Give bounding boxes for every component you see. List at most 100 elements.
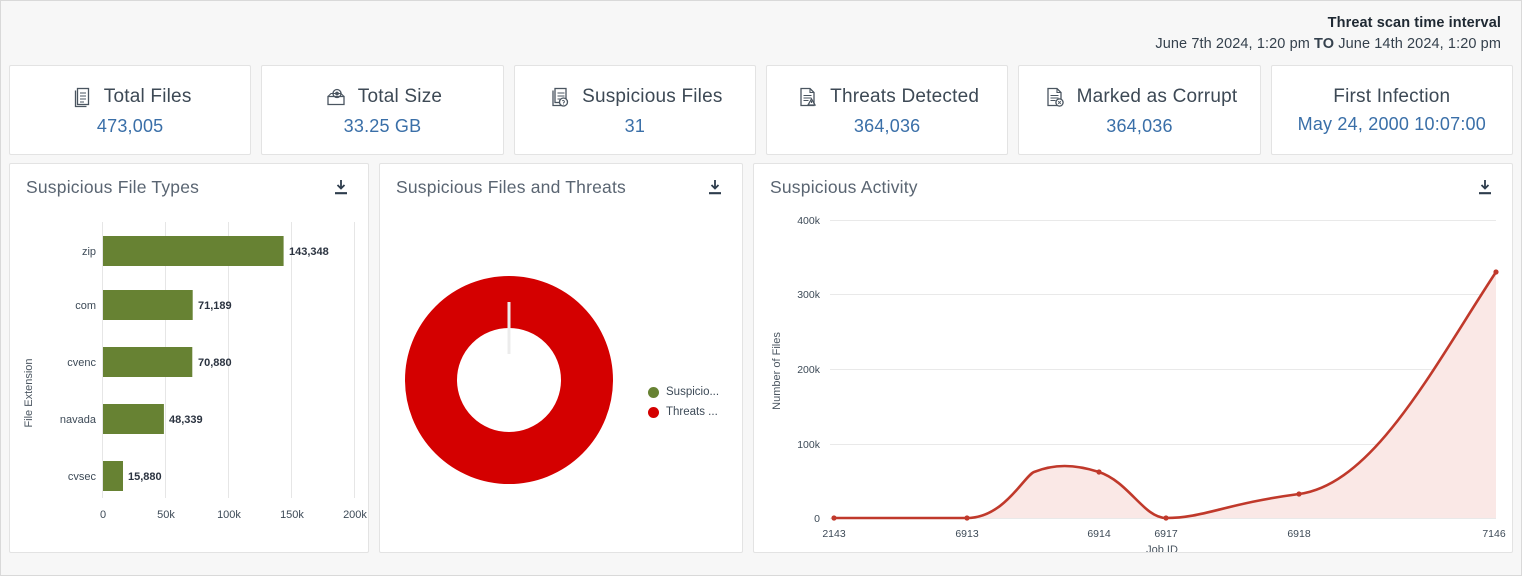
kpi-label: Threats Detected <box>830 86 979 108</box>
data-point <box>831 515 836 520</box>
kpi-card-total-files[interactable]: Total Files 473,005 <box>9 65 251 155</box>
y-axis-title: Number of Files <box>771 332 783 410</box>
y-tick-label: 400k <box>797 215 821 227</box>
x-tick-label: 6918 <box>1287 528 1311 540</box>
panel-suspicious-activity: Suspicious Activity <box>753 163 1513 553</box>
kpi-card-threats-detected[interactable]: Threats Detected 364,036 <box>766 65 1008 155</box>
documents-icon <box>69 84 95 110</box>
x-tick-label: 6914 <box>1087 528 1111 540</box>
area-y-tick-labels: 400k 300k 200k 100k 0 <box>797 215 821 525</box>
area-chart-body: 400k 300k 200k 100k 0 2143 6913 6914 691… <box>754 206 1512 552</box>
y-tick-label: 300k <box>797 289 821 301</box>
bar-category-label: zip <box>82 246 96 258</box>
bar-value-label: 48,339 <box>169 414 203 426</box>
kpi-value: 473,005 <box>97 116 163 137</box>
kpi-value: 364,036 <box>1106 116 1172 137</box>
kpi-label: First Infection <box>1333 86 1450 108</box>
charts-row: Suspicious File Types <box>1 155 1521 553</box>
download-icon[interactable] <box>1474 176 1496 198</box>
kpi-row: Total Files 473,005 Total Size 33.25 GB <box>1 65 1521 155</box>
x-tick-label: 200k <box>343 509 367 521</box>
data-point <box>964 515 969 520</box>
y-axis-title: File Extension <box>23 358 35 427</box>
bar-series <box>103 236 284 491</box>
x-tick-label: 0 <box>100 509 106 521</box>
kpi-header: Suspicious Files <box>547 84 722 110</box>
legend-label: Threats ... <box>666 406 718 418</box>
x-axis-title: Job ID <box>1146 544 1178 552</box>
panel-suspicious-files-and-threats: Suspicious Files and Threats <box>379 163 743 553</box>
legend-item-threats[interactable]: Threats ... <box>648 402 719 422</box>
kpi-label: Total Files <box>104 86 192 108</box>
bar-chart-svg: zip com cvenc navada cvsec 143,348 71,18… <box>10 206 368 552</box>
donut-chart-body: Suspicio... Threats ... <box>380 206 742 552</box>
kpi-header: First Infection <box>1333 86 1450 108</box>
y-tick-label: 0 <box>814 513 820 525</box>
bar-value-label: 70,880 <box>198 357 232 369</box>
bar-navada <box>103 404 164 434</box>
kpi-header: Total Files <box>69 84 192 110</box>
kpi-card-total-size[interactable]: Total Size 33.25 GB <box>261 65 503 155</box>
donut-series <box>431 302 587 458</box>
document-warning-icon <box>795 84 821 110</box>
download-icon[interactable] <box>704 176 726 198</box>
bar-x-tick-labels: 0 50k 100k 150k 200k <box>100 509 367 521</box>
panel-title: Suspicious Activity <box>770 177 918 198</box>
kpi-label: Marked as Corrupt <box>1077 86 1238 108</box>
kpi-label: Total Size <box>358 86 442 108</box>
kpi-value: 33.25 GB <box>344 116 422 137</box>
kpi-label: Suspicious Files <box>582 86 722 108</box>
dashboard-header: Threat scan time interval June 7th 2024,… <box>1 1 1521 65</box>
dashboard-root: Threat scan time interval June 7th 2024,… <box>0 0 1522 576</box>
kpi-value: May 24, 2000 10:07:00 <box>1298 114 1486 135</box>
donut-chart-svg <box>380 206 742 552</box>
y-tick-label: 200k <box>797 364 821 376</box>
bar-value-label: 15,880 <box>128 471 162 483</box>
x-tick-label: 100k <box>217 509 241 521</box>
panel-title: Suspicious File Types <box>26 177 199 198</box>
interval-to: June 14th 2024, 1:20 pm <box>1338 36 1501 52</box>
x-tick-label: 6913 <box>955 528 979 540</box>
bar-category-label: cvsec <box>68 471 97 483</box>
bar-cvenc <box>103 347 192 377</box>
kpi-card-first-infection[interactable]: First Infection May 24, 2000 10:07:00 <box>1271 65 1513 155</box>
bar-value-label: 143,348 <box>289 246 329 258</box>
legend-item-suspicious[interactable]: Suspicio... <box>648 382 719 402</box>
x-tick-label: 6917 <box>1154 528 1178 540</box>
interval-from: June 7th 2024, 1:20 pm <box>1155 36 1310 52</box>
kpi-header: Threats Detected <box>795 84 979 110</box>
x-tick-label: 150k <box>280 509 304 521</box>
bar-cvsec <box>103 461 123 491</box>
kpi-value: 364,036 <box>854 116 920 137</box>
bar-category-label: navada <box>60 414 97 426</box>
donut-legend: Suspicio... Threats ... <box>648 382 719 422</box>
kpi-value: 31 <box>625 116 645 137</box>
bar-com <box>103 290 193 320</box>
bar-category-labels: zip com cvenc navada cvsec <box>60 246 97 483</box>
download-icon[interactable] <box>330 176 352 198</box>
bar-value-label: 71,189 <box>198 300 232 312</box>
interval-separator: TO <box>1310 36 1338 52</box>
interval-title: Threat scan time interval <box>1155 13 1501 34</box>
kpi-card-marked-corrupt[interactable]: Marked as Corrupt 364,036 <box>1018 65 1260 155</box>
threat-scan-interval: Threat scan time interval June 7th 2024,… <box>1155 13 1501 55</box>
data-point <box>1493 269 1498 274</box>
y-tick-label: 100k <box>797 439 821 451</box>
panel-header: Suspicious Files and Threats <box>380 164 742 198</box>
kpi-header: Marked as Corrupt <box>1042 84 1238 110</box>
kpi-card-suspicious-files[interactable]: Suspicious Files 31 <box>514 65 756 155</box>
bar-chart-body: zip com cvenc navada cvsec 143,348 71,18… <box>10 206 368 552</box>
area-x-tick-labels: 2143 6913 6914 6917 6918 7146 <box>822 528 1506 540</box>
data-point <box>1096 469 1101 474</box>
panel-suspicious-file-types: Suspicious File Types <box>9 163 369 553</box>
panel-header: Suspicious File Types <box>10 164 368 198</box>
legend-dot-red <box>648 407 659 418</box>
panel-title: Suspicious Files and Threats <box>396 177 626 198</box>
bar-zip <box>103 236 284 266</box>
legend-label: Suspicio... <box>666 386 719 398</box>
document-question-icon <box>547 84 573 110</box>
area-chart-svg: 400k 300k 200k 100k 0 2143 6913 6914 691… <box>754 206 1508 552</box>
interval-range: June 7th 2024, 1:20 pm TO June 14th 2024… <box>1155 34 1501 55</box>
panel-header: Suspicious Activity <box>754 164 1512 198</box>
document-error-icon <box>1042 84 1068 110</box>
